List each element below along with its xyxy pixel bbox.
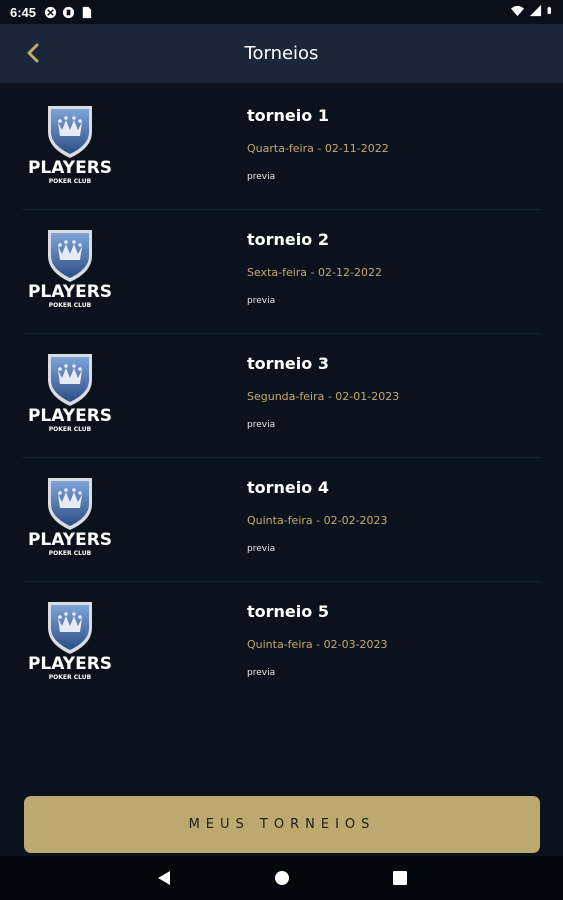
tournament-item[interactable]: PLAYERS POKER CLUB torneio 2 Sexta-feira… (22, 210, 541, 334)
tournament-date: Segunda-feira - 02-01-2023 (247, 390, 400, 403)
status-left-icons (44, 6, 93, 19)
tournament-preview-link[interactable]: previa (247, 544, 275, 554)
tournament-preview-link[interactable]: previa (247, 420, 275, 430)
logo-sub-text: POKER CLUB (49, 550, 92, 557)
tournament-date: Quinta-feira - 02-03-2023 (247, 638, 388, 651)
sim-card-icon (82, 6, 92, 18)
back-button[interactable] (18, 38, 48, 68)
tournament-preview-link[interactable]: previa (247, 668, 275, 678)
notification-icon (62, 6, 75, 18)
logo-brand-text: PLAYERS (28, 530, 112, 550)
tournament-name: torneio 2 (247, 230, 329, 249)
tournament-date: Quinta-feira - 02-02-2023 (247, 514, 388, 527)
recents-square-icon[interactable] (391, 869, 409, 887)
logo-brand-text: PLAYERS (28, 158, 112, 178)
battery-icon (547, 6, 551, 14)
signal-icon (529, 4, 542, 17)
status-bar: 6:45 (0, 0, 563, 24)
tournament-date: Sexta-feira - 02-12-2022 (247, 266, 382, 279)
logo-sub-text: POKER CLUB (49, 302, 92, 309)
logo-brand-text: PLAYERS (28, 406, 112, 426)
players-poker-club-logo: PLAYERS POKER CLUB (28, 230, 112, 309)
logo-brand-text: PLAYERS (28, 282, 112, 302)
status-right-icons (511, 4, 555, 17)
status-time: 6:45 (10, 4, 37, 20)
chevron-left-icon (27, 43, 39, 63)
players-poker-club-logo: PLAYERS POKER CLUB (28, 602, 112, 681)
logo-sub-text: POKER CLUB (49, 178, 92, 185)
home-circle-icon[interactable] (273, 869, 291, 887)
system-nav-bar (0, 856, 563, 900)
wifi-icon (511, 5, 524, 17)
page-title: Torneios (244, 43, 319, 64)
players-poker-club-logo: PLAYERS POKER CLUB (28, 478, 112, 557)
players-poker-club-logo: PLAYERS POKER CLUB (28, 354, 112, 433)
app-bar: Torneios (0, 24, 563, 83)
players-poker-club-logo: PLAYERS POKER CLUB (28, 106, 112, 185)
tournament-list: PLAYERS POKER CLUB torneio 1 Quarta-feir… (0, 86, 563, 705)
tournament-name: torneio 1 (247, 106, 329, 125)
tournament-item[interactable]: PLAYERS POKER CLUB torneio 1 Quarta-feir… (22, 86, 541, 210)
tournament-date: Quarta-feira - 02-11-2022 (247, 142, 389, 155)
tournament-item[interactable]: PLAYERS POKER CLUB torneio 4 Quinta-feir… (22, 458, 541, 582)
notification-icon (44, 6, 57, 18)
logo-brand-text: PLAYERS (28, 654, 112, 674)
tournament-preview-link[interactable]: previa (247, 296, 275, 306)
my-tournaments-button[interactable]: MEUS TORNEIOS (24, 796, 540, 853)
tournament-preview-link[interactable]: previa (247, 172, 275, 182)
back-triangle-icon[interactable] (155, 869, 173, 887)
tournament-item[interactable]: PLAYERS POKER CLUB torneio 3 Segunda-fei… (22, 334, 541, 458)
tournament-item[interactable]: PLAYERS POKER CLUB torneio 5 Quinta-feir… (22, 582, 541, 705)
logo-sub-text: POKER CLUB (49, 674, 92, 681)
tournament-name: torneio 5 (247, 602, 329, 621)
tournament-name: torneio 4 (247, 478, 329, 497)
logo-sub-text: POKER CLUB (49, 426, 92, 433)
tournament-name: torneio 3 (247, 354, 329, 373)
